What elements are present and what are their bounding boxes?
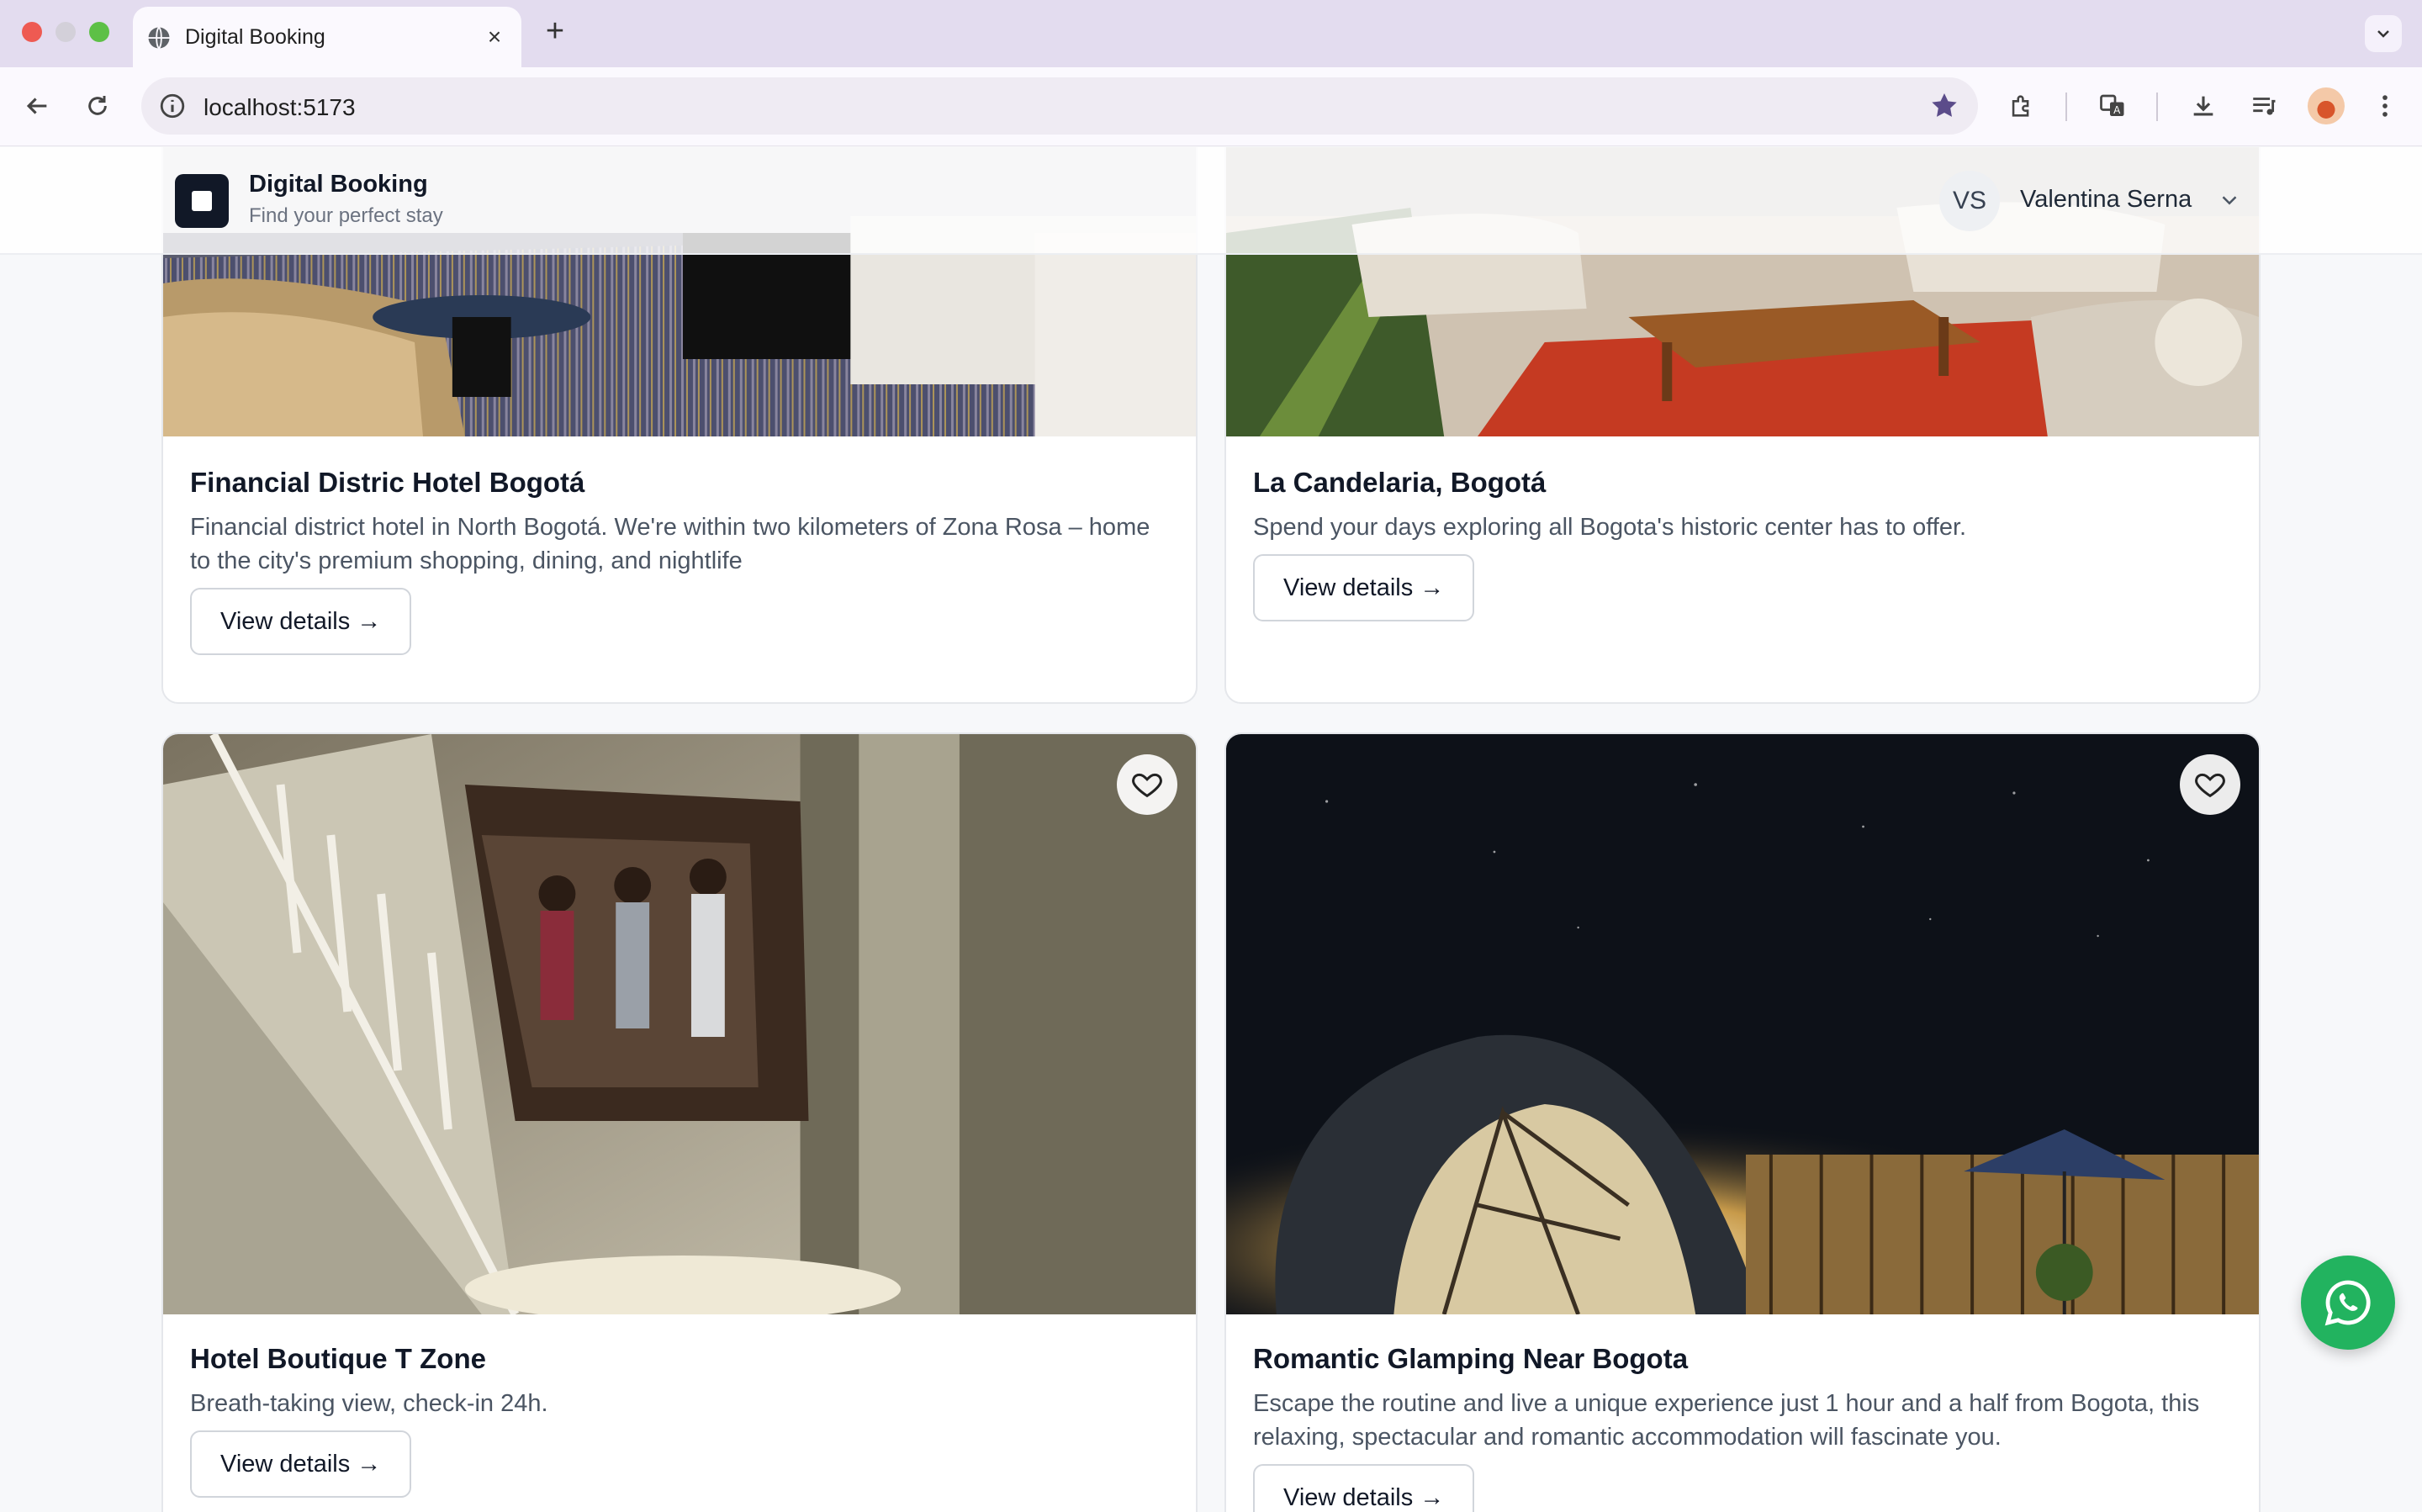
listing-card: Hotel Boutique T Zone Breath-taking view… <box>161 732 1198 1512</box>
favorite-button[interactable] <box>1117 754 1177 815</box>
reload-button[interactable] <box>79 87 116 124</box>
listing-photo <box>163 734 1196 1314</box>
playlist-icon <box>2253 98 2276 115</box>
site-info-icon[interactable] <box>158 92 187 120</box>
back-button[interactable] <box>19 87 56 124</box>
globe-icon <box>148 26 170 50</box>
chevron-down-icon <box>2377 30 2389 38</box>
svg-text:A: A <box>2113 104 2121 116</box>
user-name[interactable]: Valentina Serna <box>2020 186 2192 214</box>
listing-photo <box>1226 734 2259 1314</box>
brand-title[interactable]: Digital Booking <box>249 171 428 198</box>
favorite-button[interactable] <box>2180 754 2240 815</box>
window-zoom-button[interactable] <box>89 22 109 42</box>
view-details-button[interactable]: View details → <box>190 588 412 655</box>
media-controls-button[interactable] <box>2245 87 2282 124</box>
address-bar[interactable]: localhost:5173 <box>141 77 1978 135</box>
listing-description: Financial district hotel in North Bogotá… <box>190 514 1150 574</box>
browser-menu-button[interactable] <box>2366 87 2403 124</box>
listing-title: Financial Distric Hotel Bogotá <box>190 467 585 498</box>
listing-title: La Candelaria, Bogotá <box>1253 467 1547 498</box>
logo-mark <box>192 191 212 211</box>
chevron-down-icon[interactable] <box>2217 188 2242 213</box>
reload-icon <box>88 96 107 115</box>
view-details-button[interactable]: View details → <box>1253 554 1475 621</box>
window-close-button[interactable] <box>22 22 42 42</box>
toolbar-separator <box>2156 93 2158 121</box>
tab-title: Digital Booking <box>185 25 325 49</box>
listing-description: Breath-taking view, check-in 24h. <box>190 1390 548 1417</box>
tab-search-button[interactable] <box>2365 15 2402 52</box>
view-details-button[interactable]: View details → <box>1253 1464 1475 1512</box>
listing-title: Romantic Glamping Near Bogota <box>1253 1343 1689 1374</box>
heart-icon <box>2195 773 2225 798</box>
window-minimize-button[interactable] <box>56 22 76 42</box>
download-icon <box>2193 96 2213 116</box>
listing-title: Hotel Boutique T Zone <box>190 1343 486 1374</box>
listing-description: Escape the routine and live a unique exp… <box>1253 1390 2200 1451</box>
translate-icon: A <box>2100 94 2124 116</box>
whatsapp-icon <box>2324 1280 2371 1326</box>
user-avatar[interactable]: VS <box>1939 171 2000 231</box>
tab-close-icon[interactable]: × <box>481 24 508 50</box>
browser-tab[interactable]: Digital Booking × <box>133 7 521 67</box>
toolbar-separator <box>2065 93 2067 121</box>
listing-description: Spend your days exploring all Bogota's h… <box>1253 514 1967 541</box>
brand-tagline: Find your perfect stay <box>249 204 443 227</box>
downloads-button[interactable] <box>2185 87 2222 124</box>
browser-tab-bar: Digital Booking × + <box>0 0 2422 67</box>
browser-toolbar: localhost:5173 A <box>0 67 2422 146</box>
more-vertical-icon <box>2382 95 2388 117</box>
page-viewport: Financial Distric Hotel Bogotá Financial… <box>0 147 2422 1512</box>
heart-icon <box>1132 773 1162 798</box>
view-details-button[interactable]: View details → <box>190 1430 412 1498</box>
translate-button[interactable]: A <box>2094 87 2131 124</box>
listing-card: Romantic Glamping Near Bogota Escape the… <box>1224 732 2261 1512</box>
new-tab-button[interactable]: + <box>538 15 572 49</box>
arrow-left-icon <box>26 98 47 114</box>
url-text: localhost:5173 <box>204 94 356 120</box>
brand-logo[interactable] <box>175 174 229 228</box>
profile-avatar[interactable] <box>2308 87 2345 124</box>
extensions-button[interactable] <box>2003 87 2040 124</box>
site-header: Digital Booking Find your perfect stay V… <box>0 147 2422 255</box>
whatsapp-button[interactable] <box>2301 1256 2395 1350</box>
bookmark-star-icon[interactable] <box>1928 89 1961 123</box>
puzzle-icon <box>2012 95 2029 117</box>
